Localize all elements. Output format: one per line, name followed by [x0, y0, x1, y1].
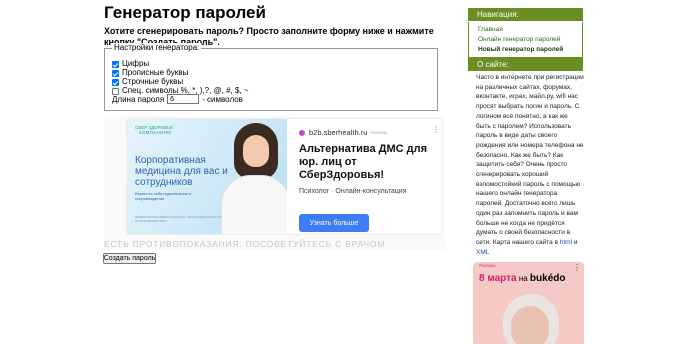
about-body: Часто в интернете при регистрации на раз… [476, 74, 584, 246]
about-header: О сайте: [468, 58, 583, 71]
ad-domain: b2b.sberhealth.ru [309, 128, 368, 137]
sitemap-xml-link[interactable]: XML [476, 249, 489, 256]
sidebar-ad-title: 8 марта на bukédo [479, 273, 565, 284]
about-and: и [572, 238, 578, 246]
generator-settings: Настройки генератора: Цифры Прописные бу… [104, 43, 438, 111]
ad-image[interactable]: СБЕР ЗДОРОВЬЕ КОМПАНИЯМ Корпоративная ме… [127, 119, 287, 234]
length-input[interactable] [167, 94, 200, 104]
length-row: Длина пароля - символов [112, 94, 243, 104]
page-title: Генератор паролей [104, 3, 266, 22]
sidebar-ad-brand: bukédo [529, 273, 566, 284]
sidebar-ad-label: РЕКЛАМА [479, 264, 496, 268]
nav-link-home[interactable]: Главная [478, 26, 503, 33]
ad-text-panel: b2b.sberhealth.ru РЕКЛАМА ⋮ Альтернатива… [299, 119, 441, 234]
settings-legend: Настройки генератора: [112, 43, 202, 52]
ad-headline[interactable]: Альтернатива ДМС для юр. лиц от СберЗдор… [299, 143, 439, 182]
sidebar-ad[interactable]: РЕКЛАМА ⋮ 8 марта на bukédo [473, 262, 584, 344]
lowercase-checkbox[interactable] [112, 78, 119, 86]
length-suffix: - символов [202, 94, 243, 104]
uppercase-checkbox[interactable] [112, 69, 119, 77]
ad-domain-row[interactable]: b2b.sberhealth.ru РЕКЛАМА [299, 128, 387, 137]
ad-menu-icon[interactable]: ⋮ [432, 125, 440, 134]
ad-image-brand-sub: КОМПАНИЯМ [139, 130, 172, 135]
ad-image-fineprint: ИМЕЮТСЯ ПРОТИВОПОКАЗАНИЯ. НЕОБХОДИМА КОН… [135, 215, 233, 223]
ad-cta-button[interactable]: Узнать больше [299, 214, 369, 232]
sidebar-ad-title-date: 8 марта [479, 273, 517, 284]
nav-header: Навигация: [468, 8, 583, 21]
ad-label: РЕКЛАМА [370, 130, 387, 135]
ad-image-headline: Корпоративная медицина для вас и сотрудн… [135, 155, 228, 188]
create-password-button[interactable]: Создать пароль [103, 253, 156, 264]
sidebar-ad-person-face [511, 306, 549, 344]
ad-description: Психолог · Онлайн-консультация [299, 188, 407, 195]
ad-disclaimer: ЕСТЬ ПРОТИВОПОКАЗАНИЯ. ПОСОВЕТУЙТЕСЬ С В… [104, 239, 386, 249]
sidebar-ad-title-on: на [516, 274, 530, 283]
nav-link-new-generator[interactable]: Новый генератор паролей [478, 46, 563, 53]
ad-image-subtext: Берем на себя подключение и сопровождени… [135, 191, 192, 201]
ad-block: СБЕР ЗДОРОВЬЕ КОМПАНИЯМ Корпоративная ме… [104, 116, 445, 250]
sitemap-html-link[interactable]: html [560, 239, 572, 246]
ad-favicon-icon [299, 129, 305, 136]
about-text: Часто в интернете при регистрации на раз… [476, 73, 584, 257]
ad-person-body [221, 175, 287, 234]
length-label: Длина пароля [112, 94, 165, 104]
sidebar-ad-menu-icon[interactable]: ⋮ [573, 263, 581, 272]
nav-box: Главная Онлайн генератор паролей Новый г… [468, 22, 583, 58]
ad-person-face [243, 135, 269, 167]
ad-card[interactable]: СБЕР ЗДОРОВЬЕ КОМПАНИЯМ Корпоративная ме… [126, 118, 442, 235]
digits-checkbox[interactable] [112, 60, 119, 68]
nav-link-online-generator[interactable]: Онлайн генератор паролей [478, 36, 560, 43]
